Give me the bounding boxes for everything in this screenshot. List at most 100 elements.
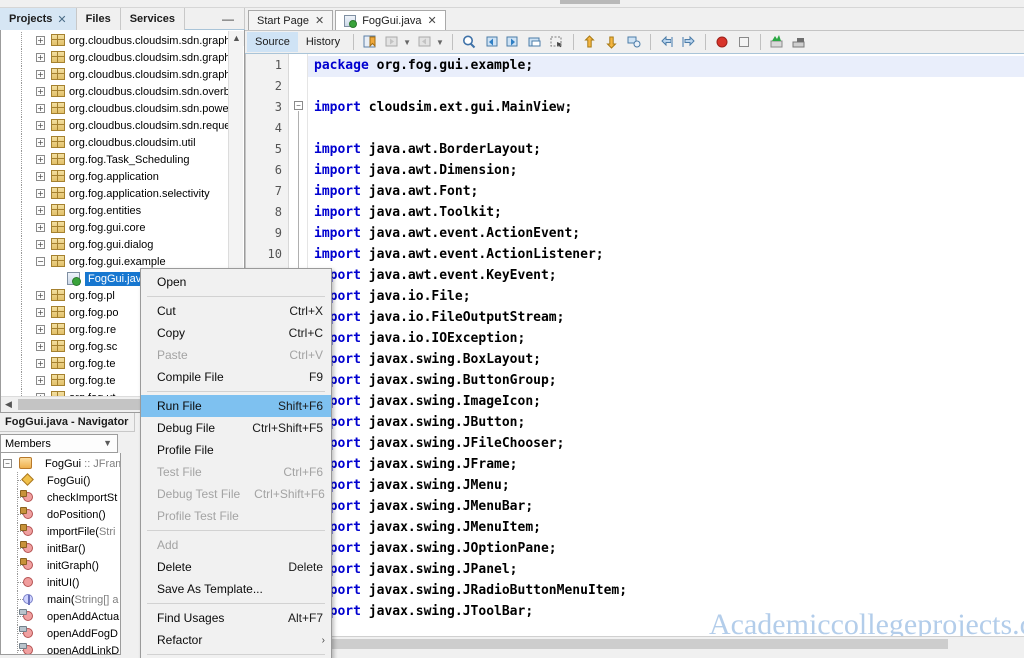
navigator-filter-combo[interactable]: Members ▼ <box>0 434 118 453</box>
close-icon[interactable]: ✕ <box>315 14 324 27</box>
expand-icon[interactable]: + <box>36 189 45 198</box>
tree-item-package[interactable]: + org.fog.entities <box>1 202 213 219</box>
navigator-member-item[interactable]: openAddLinkD <box>1 642 120 654</box>
tree-item-package[interactable]: + org.fog.gui.dialog <box>1 236 213 253</box>
navigator-member-item[interactable]: main(String[] a <box>1 591 120 608</box>
tree-item-package[interactable]: + org.cloudbus.cloudsim.sdn.graph. <box>1 66 233 83</box>
close-icon[interactable]: ✕ <box>428 14 437 27</box>
window-tab-projects[interactable]: Projects ✕ <box>0 8 77 30</box>
previous-bookmark-icon[interactable] <box>384 34 400 50</box>
expand-icon[interactable]: + <box>36 359 45 368</box>
tree-item-package[interactable]: + org.cloudbus.cloudsim.sdn.graph. <box>1 49 233 66</box>
expand-icon[interactable]: + <box>36 172 45 181</box>
tree-item-package[interactable]: + org.cloudbus.cloudsim.sdn.reques <box>1 117 236 134</box>
menu-item-find-usages[interactable]: Find Usages Alt+F7 <box>141 607 331 629</box>
navigator-member-item[interactable]: openAddFogD <box>1 625 120 642</box>
expand-icon[interactable]: + <box>36 138 45 147</box>
navigator-member-item[interactable]: checkImportSt <box>1 489 120 506</box>
find-next-icon[interactable] <box>505 34 521 50</box>
expand-icon[interactable]: + <box>36 291 45 300</box>
toggle-rectangular-selection-icon[interactable] <box>549 34 565 50</box>
menu-item-save-as-template[interactable]: Save As Template... <box>141 578 331 600</box>
file-context-menu[interactable]: Open Cut Ctrl+X Copy Ctrl+C Paste Ctrl+V Compil… <box>140 268 332 658</box>
document-tab-start-page[interactable]: Start Page ✕ <box>248 10 334 30</box>
navigator-member-item[interactable]: doPosition() <box>1 506 120 523</box>
window-tab-services[interactable]: Services <box>120 8 185 30</box>
compare-icon[interactable] <box>791 34 807 50</box>
minimize-window-button[interactable]: — <box>222 13 234 25</box>
navigator-members-tree[interactable]: − FogGui :: JFrameFogGui()checkImportStdo… <box>0 453 121 655</box>
find-selection-icon[interactable] <box>461 34 477 50</box>
find-previous-icon[interactable] <box>483 34 499 50</box>
next-error-icon[interactable] <box>604 34 620 50</box>
navigator-member-item[interactable]: importFile(Stri <box>1 523 120 540</box>
expand-icon[interactable]: + <box>36 87 45 96</box>
stop-macro-recording-icon[interactable] <box>736 34 752 50</box>
close-icon[interactable]: ✕ <box>57 13 66 26</box>
menu-item-open[interactable]: Open <box>141 271 331 293</box>
chevron-down-icon[interactable]: ▼ <box>103 438 112 448</box>
navigator-root-node[interactable]: − FogGui :: JFrame <box>1 455 120 472</box>
expand-icon[interactable]: + <box>36 70 45 79</box>
previous-error-icon[interactable] <box>582 34 598 50</box>
expand-icon[interactable]: + <box>36 223 45 232</box>
toggle-highlight-icon[interactable] <box>527 34 543 50</box>
tree-item-label: org.cloudbus.cloudsim.sdn.overbc <box>69 85 236 98</box>
menu-item-copy[interactable]: Copy Ctrl+C <box>141 322 331 344</box>
navigator-member-item[interactable]: initGraph() <box>1 557 120 574</box>
expand-icon[interactable]: + <box>36 376 45 385</box>
menu-item-refactor[interactable]: Refactor › <box>141 629 331 651</box>
next-bookmark-icon[interactable] <box>417 34 433 50</box>
navigator-member-item[interactable]: FogGui() <box>1 472 120 489</box>
tree-item-package[interactable]: + org.fog.application.selectivity <box>1 185 213 202</box>
tree-item-package[interactable]: + org.fog.application <box>1 168 213 185</box>
expand-icon[interactable]: + <box>36 325 45 334</box>
window-tab-files[interactable]: Files <box>76 8 121 30</box>
expand-icon[interactable]: + <box>36 104 45 113</box>
menu-item-run-file[interactable]: Run File Shift+F6 <box>141 395 331 417</box>
chevron-down-icon[interactable]: ▼ <box>403 38 411 47</box>
expand-icon[interactable]: + <box>36 53 45 62</box>
shift-right-icon[interactable] <box>681 34 697 50</box>
expand-icon[interactable]: + <box>36 240 45 249</box>
start-macro-recording-icon[interactable] <box>714 34 730 50</box>
tab-history[interactable]: History <box>298 32 348 52</box>
java-file-icon <box>344 14 358 28</box>
tab-source[interactable]: Source <box>247 32 298 52</box>
code-editor[interactable]: 1234567891011121314151617181920212223242… <box>245 54 1024 650</box>
navigator-member-label: doPosition() <box>47 508 106 521</box>
collapse-icon[interactable]: − <box>36 257 45 266</box>
editor-horizontal-scrollbar[interactable] <box>246 636 1024 650</box>
scroll-up-icon[interactable]: ▲ <box>229 31 244 46</box>
navigator-member-item[interactable]: initUI() <box>1 574 120 591</box>
toggle-comment-icon[interactable] <box>626 34 642 50</box>
document-tab-foggui[interactable]: FogGui.java ✕ <box>335 10 446 30</box>
tree-item-package[interactable]: + org.cloudbus.cloudsim.sdn.overbc <box>1 83 235 100</box>
expand-icon[interactable]: + <box>36 36 45 45</box>
expand-icon[interactable]: + <box>36 155 45 164</box>
scroll-left-icon[interactable]: ◀ <box>1 399 16 410</box>
tree-item-package[interactable]: + org.cloudbus.cloudsim.sdn.graph. <box>1 32 233 49</box>
expand-icon[interactable]: + <box>36 121 45 130</box>
tree-item-package[interactable]: + org.cloudbus.cloudsim.sdn.power <box>1 100 232 117</box>
editor-scroll-thumb[interactable] <box>248 639 948 649</box>
tree-item-package[interactable]: + org.cloudbus.cloudsim.util <box>1 134 213 151</box>
menu-item-cut[interactable]: Cut Ctrl+X <box>141 300 331 322</box>
expand-icon[interactable]: + <box>36 342 45 351</box>
navigator-member-item[interactable]: openAddActua <box>1 608 120 625</box>
tree-item-package[interactable]: + org.fog.Task_Scheduling <box>1 151 213 168</box>
tree-item-package[interactable]: + org.fog.gui.core <box>1 219 213 236</box>
menu-item-compile-file[interactable]: Compile File F9 <box>141 366 331 388</box>
shift-left-icon[interactable] <box>659 34 675 50</box>
navigator-member-item[interactable]: initBar() <box>1 540 120 557</box>
menu-item-debug-file[interactable]: Debug File Ctrl+Shift+F5 <box>141 417 331 439</box>
collapse-icon[interactable]: − <box>3 459 12 468</box>
menu-item-profile-file[interactable]: Profile File <box>141 439 331 461</box>
menu-item-delete[interactable]: Delete Delete <box>141 556 331 578</box>
expand-icon[interactable]: + <box>36 308 45 317</box>
inspect-icon[interactable] <box>769 34 785 50</box>
fold-toggle-icon[interactable]: − <box>294 101 303 110</box>
chevron-down-icon[interactable]: ▼ <box>436 38 444 47</box>
expand-icon[interactable]: + <box>36 206 45 215</box>
toggle-bookmark-icon[interactable] <box>362 34 378 50</box>
